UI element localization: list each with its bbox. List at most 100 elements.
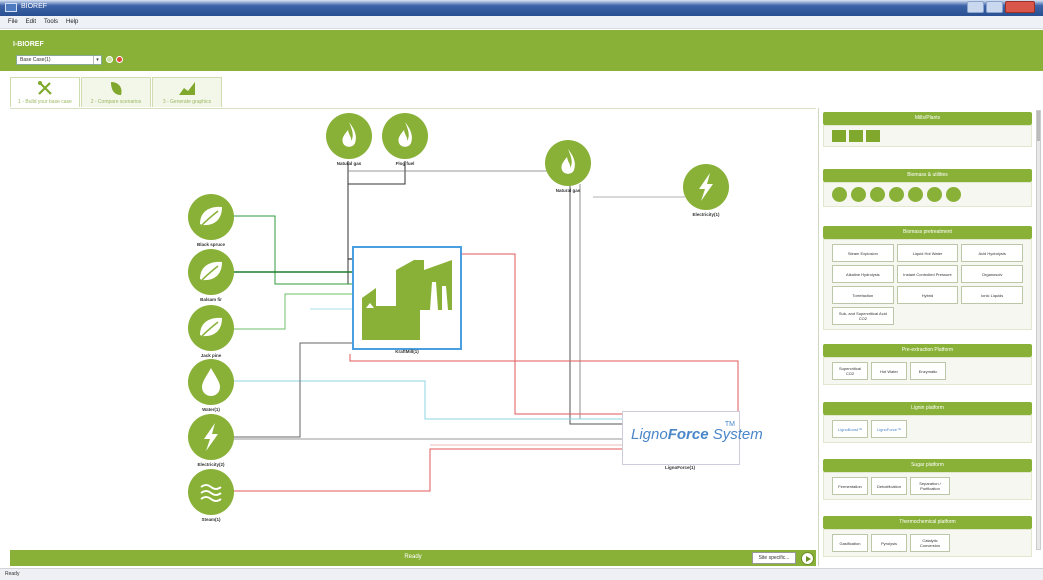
kraft-mill-node[interactable] — [352, 246, 462, 350]
sawmill-icon[interactable] — [832, 130, 846, 142]
node-label: Electricity(1) — [692, 212, 720, 217]
steam-icon[interactable] — [946, 187, 961, 202]
leaf-icon — [111, 82, 122, 95]
liquid-hot-water-button[interactable]: Liquid Hot Water — [896, 244, 959, 262]
catalytic-conversion-button[interactable]: Catalytic Conversion — [910, 534, 950, 552]
case-select-value: Base Case(1) — [20, 57, 51, 63]
supercritical-co2-button[interactable]: Supercritical CO2 — [832, 362, 868, 380]
maximize-button[interactable] — [986, 1, 1003, 13]
mill-icons — [823, 125, 1032, 147]
window-title: BIOREF — [21, 3, 48, 10]
organosolv-button[interactable]: Organosolv — [961, 265, 1023, 283]
section-title: Lignin platform — [823, 402, 1032, 415]
instant-controlled-pressure-button[interactable]: Instant Controlled Pressure — [896, 265, 959, 283]
section-title: Sugar platform — [823, 459, 1032, 472]
flog-fuel-node[interactable]: Flog fuel — [382, 113, 428, 166]
node-label: Black spruce — [196, 242, 225, 247]
leaf-icon — [188, 194, 234, 240]
menu-file[interactable]: File — [8, 19, 18, 25]
natural-gas-node-2[interactable]: Natural gas — [545, 140, 591, 193]
pulp-mill-icon[interactable] — [849, 130, 863, 142]
ionic-liquids-button[interactable]: Ionic Liquids — [961, 286, 1023, 304]
app-title: I-BIOREF — [13, 41, 44, 48]
node-label: Steam(1) — [201, 517, 221, 522]
wood-icon[interactable] — [832, 187, 847, 202]
status-bar: Ready — [0, 568, 1043, 580]
hot-water-button[interactable]: Hot Water — [871, 362, 907, 380]
electricity-in-node[interactable]: Electricity(2) — [188, 414, 234, 467]
preextraction-buttons: Supercritical CO2 Hot Water Enzymatic — [823, 357, 1032, 385]
water-node[interactable]: Water(1) — [188, 359, 234, 412]
enzymatic-button[interactable]: Enzymatic — [910, 362, 946, 380]
flowsheet-canvas[interactable]: Natural gas Flog fuel Natural gas Electr… — [10, 108, 816, 550]
torrefaction-button[interactable]: Torrefaction — [832, 286, 894, 304]
bottom-bar: Ready Site specific... — [10, 550, 816, 566]
case-select[interactable]: Base Case(1) ▾ — [16, 55, 102, 65]
section-title: Pre-extraction Platform — [823, 344, 1032, 357]
tab-label: 3 - Generate graphics — [162, 99, 212, 105]
lightning-icon — [683, 164, 729, 210]
separation-purification-button[interactable]: Separation / Purification — [910, 477, 950, 495]
menu-help[interactable]: Help — [66, 19, 78, 25]
black-spruce-node[interactable]: Black spruce — [188, 194, 234, 247]
site-specific-button[interactable]: Site specific... — [752, 552, 796, 564]
remove-case-icon[interactable] — [116, 56, 123, 63]
gasification-button[interactable]: Gasification — [832, 534, 868, 552]
water-drop-icon[interactable] — [927, 187, 942, 202]
balsam-fir-node[interactable]: Balsam fir — [188, 249, 234, 302]
steam-node[interactable]: Steam(1) — [188, 469, 234, 522]
fermentation-button[interactable]: Fermentation — [832, 477, 868, 495]
section-thermochemical: Thermochemical platform Gasification Pyr… — [823, 516, 1032, 557]
status-ready: Ready — [404, 554, 422, 560]
electricity-out-node[interactable]: Electricity(1) — [683, 164, 729, 217]
lignoforce-button[interactable]: LignoForce™ — [871, 420, 907, 438]
node-label: Natural gas — [555, 188, 581, 193]
steam-icon — [188, 469, 234, 515]
plant-icon[interactable] — [866, 130, 880, 142]
jack-pine-node[interactable]: Jack pine — [188, 305, 234, 358]
minimize-button[interactable] — [967, 1, 984, 13]
node-label: Natural gas — [336, 161, 362, 166]
tab-generate-graphics[interactable]: 3 - Generate graphics — [152, 77, 222, 107]
lignoboost-button[interactable]: LignoBoost™ — [832, 420, 868, 438]
window-titlebar: BIOREF — [0, 0, 1043, 16]
panel-scrollbar[interactable] — [1036, 110, 1041, 550]
flame-icon[interactable] — [908, 187, 923, 202]
residue-icon[interactable] — [851, 187, 866, 202]
leaf-icon — [188, 249, 234, 295]
acid-hydrolysis-button[interactable]: Acid Hydrolysis — [961, 244, 1023, 262]
scrollbar-thumb[interactable] — [1037, 111, 1040, 141]
close-button[interactable] — [1005, 1, 1035, 13]
chevron-down-icon: ▾ — [93, 56, 101, 64]
node-label: Balsam fir — [200, 297, 222, 302]
section-lignin: Lignin platform LignoBoost™ LignoForce™ — [823, 402, 1032, 443]
flame-icon — [545, 140, 591, 186]
node-label: Water(1) — [202, 407, 220, 412]
tools-icon — [38, 81, 52, 95]
menu-edit[interactable]: Edit — [26, 19, 36, 25]
alkaline-hydrolysis-button[interactable]: Alkaline Hydrolysis — [832, 265, 894, 283]
node-label: Flog fuel — [395, 161, 415, 166]
section-title: Thermochemical platform — [823, 516, 1032, 529]
pyrolysis-button[interactable]: Pyrolysis — [871, 534, 907, 552]
steam-explosion-button[interactable]: Steam Explosion — [832, 244, 894, 262]
chips-icon[interactable] — [889, 187, 904, 202]
add-case-icon[interactable] — [106, 56, 113, 63]
detoxification-button[interactable]: Detoxification — [871, 477, 907, 495]
water-drop-icon — [188, 359, 234, 405]
lignoforce-node[interactable]: LignoForce System TM — [622, 411, 763, 465]
flame-icon — [326, 113, 372, 159]
leaf-icon — [188, 305, 234, 351]
play-icon[interactable] — [801, 552, 814, 565]
tab-build-base-case[interactable]: 1 - Build your base case — [10, 77, 80, 107]
hybrid-button[interactable]: Hybrid — [896, 286, 959, 304]
supercritical-acid-co2-button[interactable]: Sub- and Supercritical Acid CO2 — [832, 307, 894, 325]
node-label: KraftMill(1) — [395, 349, 419, 354]
natural-gas-node[interactable]: Natural gas — [326, 113, 372, 166]
node-label: Jack pine — [200, 353, 222, 358]
tab-compare-scenarios[interactable]: 2 - Compare scenarios — [81, 77, 151, 107]
menu-tools[interactable]: Tools — [44, 19, 58, 25]
fiber-icon[interactable] — [870, 187, 885, 202]
section-title: Mills/Plants — [823, 112, 1032, 125]
section-title: Biomass & utilities — [823, 169, 1032, 182]
